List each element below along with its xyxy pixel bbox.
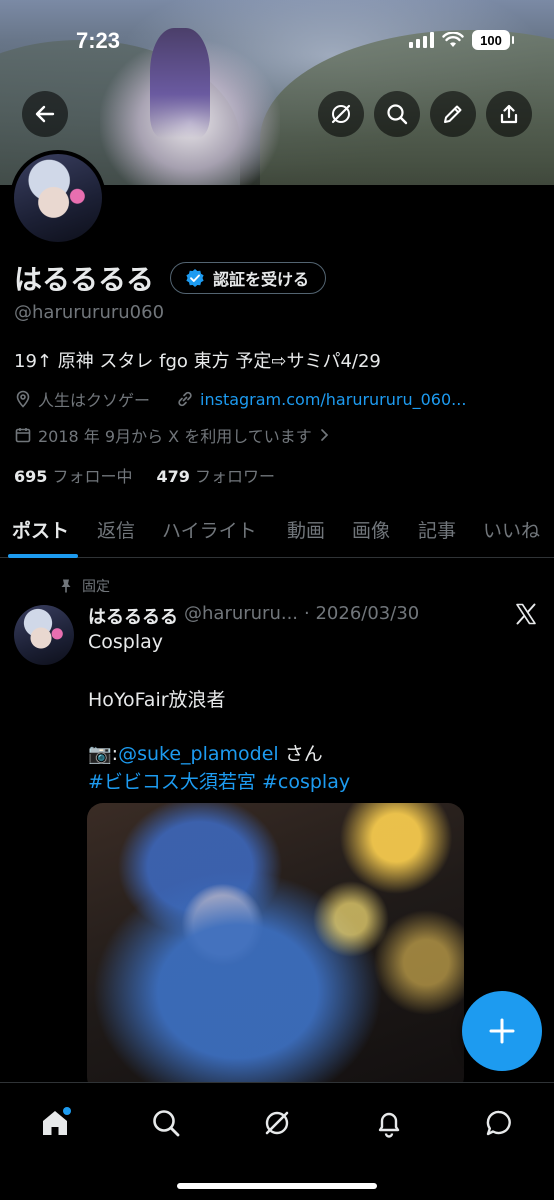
get-verified-button[interactable]: 認証を受ける (170, 262, 327, 294)
followers-label: フォロワー (195, 467, 276, 486)
status-time: 7:23 (76, 28, 121, 53)
compose-button[interactable] (462, 991, 542, 1071)
nav-grok[interactable] (255, 1101, 299, 1145)
pin-icon (61, 579, 71, 593)
post-author-avatar[interactable] (14, 605, 74, 665)
post-author-name[interactable]: はるるるる (88, 603, 178, 629)
following-count: 695 (14, 467, 48, 486)
get-verified-label: 認証を受ける (213, 270, 310, 289)
grok-icon (265, 1111, 289, 1135)
home-indicator (177, 1183, 377, 1189)
back-button[interactable] (22, 91, 68, 137)
grok-button[interactable] (318, 91, 364, 137)
verified-badge-icon (186, 269, 204, 287)
joined-date: 2018 年 9月から X を利用しています (38, 427, 312, 446)
post-date: · 2026/03/30 (304, 603, 420, 624)
post-header: はるるるる @harururu... · 2026/03/30 (88, 603, 419, 629)
nav-notifications[interactable] (367, 1101, 411, 1145)
tab-posts[interactable]: ポスト (12, 516, 69, 543)
tab-highlights[interactable]: ハイライト (162, 516, 257, 543)
nav-messages[interactable] (477, 1101, 521, 1145)
link-icon (178, 391, 192, 407)
post-author-handle[interactable]: @harururu... (184, 603, 298, 629)
status-indicators: 100 (409, 30, 514, 50)
chevron-right-icon (320, 429, 328, 441)
mention-suffix: さん (278, 743, 323, 765)
tab-articles[interactable]: 記事 (418, 516, 456, 543)
messages-icon (486, 1110, 511, 1136)
x-logo-icon (516, 603, 536, 625)
profile-location: 人生はクソゲー (38, 391, 151, 410)
calendar-icon (15, 428, 31, 443)
followers-count: 479 (156, 467, 190, 486)
followers-link[interactable]: 479 フォロワー (157, 463, 276, 487)
follow-stats: 695 フォロー中 479 フォロワー (14, 463, 275, 487)
post-text-line-1: Cosplay (88, 631, 164, 653)
search-icon (153, 1110, 180, 1137)
share-button[interactable] (486, 91, 532, 137)
profile-avatar[interactable] (10, 150, 106, 246)
profile-name: はるるるる (14, 263, 155, 296)
plus-icon (489, 1018, 515, 1044)
banner-figure-hair (150, 28, 210, 138)
edit-button[interactable] (430, 91, 476, 137)
tab-likes[interactable]: いいね (483, 516, 540, 543)
search-button[interactable] (374, 91, 420, 137)
profile-bio: 19↑ 原神 スタレ fgo 東方 予定⇨サミパ4/29 (14, 351, 381, 372)
post-text-line-3: 📷:@suke_plamodel さん (88, 739, 323, 766)
cellular-signal-icon (409, 32, 434, 48)
active-tab-indicator (8, 554, 78, 558)
arrow-left-icon (35, 105, 55, 123)
grok-icon (331, 104, 351, 124)
wifi-icon (442, 32, 464, 47)
notifications-icon (378, 1112, 400, 1138)
pinned-label: 固定 (82, 579, 110, 595)
location-icon (16, 390, 30, 408)
joined-row[interactable]: 2018 年 9月から X を利用しています (14, 423, 330, 447)
profile-tabs: ポスト 返信 ハイライト 動画 画像 記事 いいね (0, 506, 554, 558)
nav-home[interactable] (33, 1101, 77, 1145)
following-label: フォロー中 (52, 467, 133, 486)
following-link[interactable]: 695 フォロー中 (14, 463, 133, 487)
post-hashtags[interactable]: #ビビコス大須若宮 #cosplay (88, 767, 350, 794)
profile-meta-row: 人生はクソゲー instagram.com/harurururu_060... (14, 387, 466, 411)
edit-icon (444, 105, 462, 123)
profile-handle: @harurururu060 (14, 302, 165, 323)
battery-indicator: 100 (472, 30, 514, 50)
pinned-label-row: 固定 (58, 576, 110, 596)
tab-videos[interactable]: 動画 (287, 516, 325, 543)
share-icon (500, 104, 518, 124)
post-mention-link[interactable]: @suke_plamodel (118, 743, 279, 765)
camera-emoji: 📷: (88, 743, 119, 765)
tab-replies[interactable]: 返信 (97, 516, 135, 543)
post-photo[interactable] (87, 803, 464, 1093)
search-icon (387, 104, 408, 125)
nav-search[interactable] (144, 1101, 188, 1145)
profile-website-link[interactable]: instagram.com/harurururu_060... (200, 390, 466, 409)
post-text-line-2: HoYoFair放浪者 (88, 689, 226, 711)
home-notification-dot (63, 1107, 71, 1115)
tab-photos[interactable]: 画像 (352, 516, 390, 543)
